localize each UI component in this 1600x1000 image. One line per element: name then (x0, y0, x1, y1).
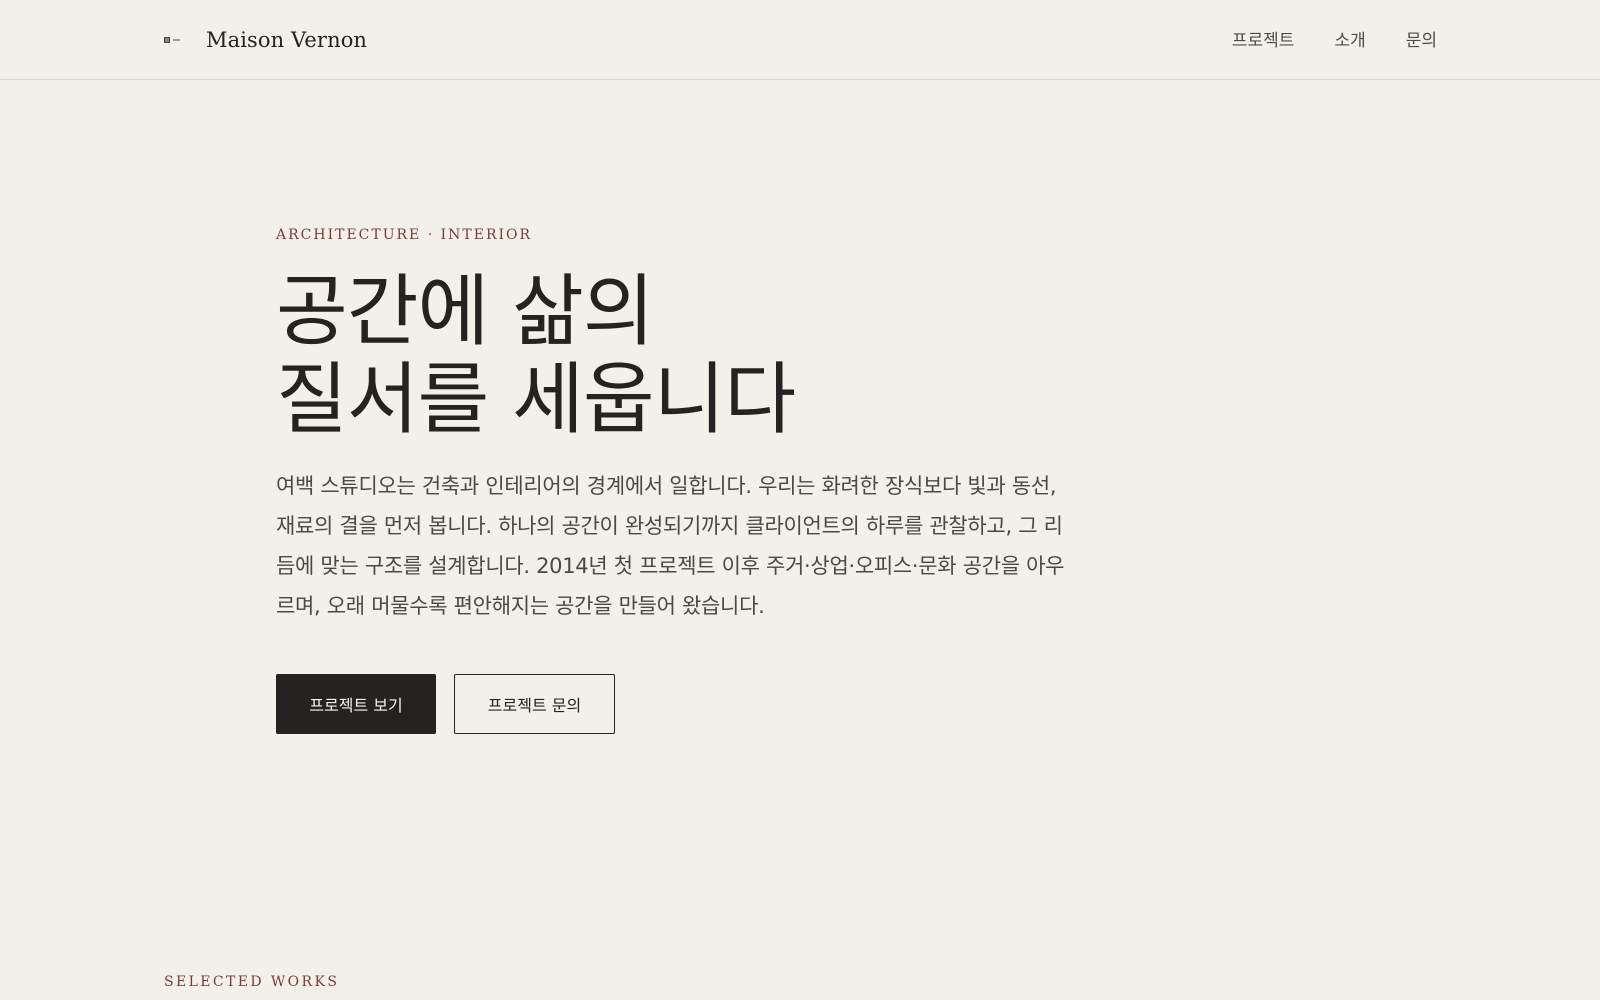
selected-works-heading: SELECTED WORKS (164, 974, 340, 990)
main-navigation: 프로젝트 소개 문의 (1232, 26, 1437, 51)
nav-item-about[interactable]: 소개 (1334, 26, 1365, 51)
brand[interactable]: Maison Vernon (164, 22, 367, 58)
brand-mark-icon (164, 37, 180, 43)
hero-headline: 공간에 삶의 질서를 세웁니다 (276, 268, 1096, 444)
headline-line-1: 공간에 삶의 (276, 267, 655, 357)
hero-eyebrow: ARCHITECTURE · INTERIOR (276, 227, 533, 243)
nav-item-contact[interactable]: 문의 (1406, 26, 1437, 51)
headline-line-2: 질서를 세웁니다 (276, 355, 796, 445)
hero-description: 여백 스튜디오는 건축과 인테리어의 경계에서 일합니다. 우리는 화려한 장식… (276, 474, 1065, 618)
brand-name[interactable]: Maison Vernon (206, 28, 367, 52)
hero-section: ARCHITECTURE · INTERIOR 공간에 삶의 질서를 세웁니다 … (276, 224, 1096, 734)
site-header: Maison Vernon 프로젝트 소개 문의 (0, 0, 1600, 80)
hero-actions: 프로젝트 보기 프로젝트 문의 (276, 674, 1096, 734)
view-projects-button[interactable]: 프로젝트 보기 (276, 674, 436, 734)
nav-item-projects[interactable]: 프로젝트 (1232, 26, 1295, 51)
project-inquiry-button[interactable]: 프로젝트 문의 (454, 674, 615, 734)
